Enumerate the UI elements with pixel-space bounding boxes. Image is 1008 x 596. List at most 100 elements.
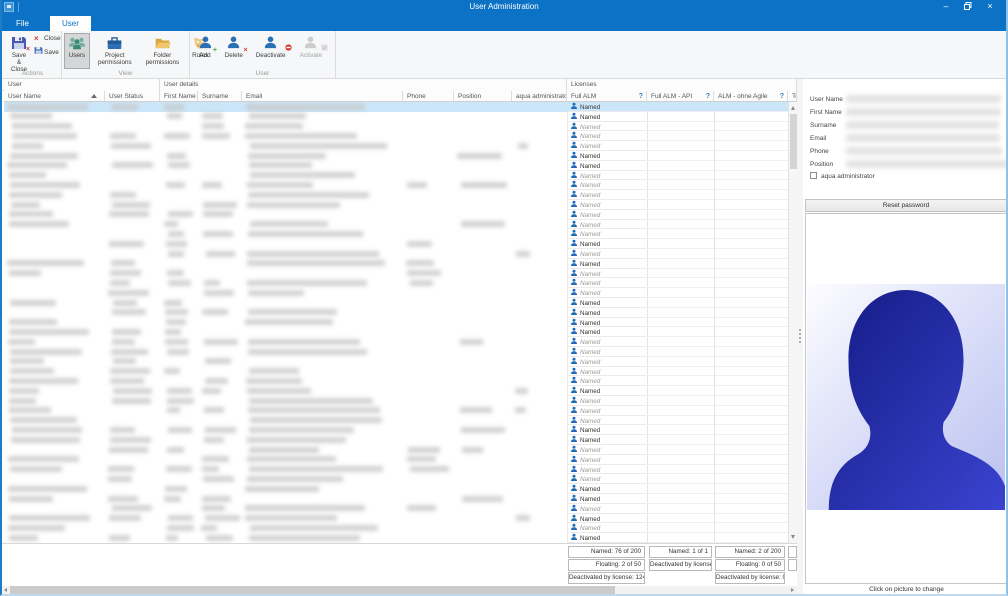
table-row[interactable]: Named — [4, 327, 788, 338]
scroll-up-icon[interactable] — [791, 106, 795, 110]
column-header-full-alm[interactable]: Full ALM? — [567, 91, 647, 102]
table-row[interactable]: Named — [4, 288, 788, 298]
column-header-full-alm-api[interactable]: Full ALM - API? — [647, 91, 714, 102]
empty-license-cell — [714, 122, 788, 132]
add-button[interactable]: + Add — [192, 33, 218, 69]
help-icon[interactable]: ? — [706, 91, 710, 101]
user-picture-box[interactable] — [805, 213, 1006, 584]
close-button[interactable]: × Close — [34, 33, 61, 45]
column-header-alm-ohne-agile[interactable]: ALM - ohne Agile? — [714, 91, 788, 102]
table-row[interactable]: Named — [4, 220, 788, 230]
field-value-redacted[interactable] — [846, 160, 1006, 168]
full-alm-license-cell: Named — [567, 435, 647, 445]
table-row[interactable]: Named — [4, 533, 788, 543]
table-row[interactable]: Named — [4, 357, 788, 367]
ribbon-tab-file[interactable]: File — [4, 16, 41, 31]
scroll-left-icon[interactable] — [4, 588, 7, 592]
table-row[interactable]: Named — [4, 229, 788, 240]
column-header-position[interactable]: Position — [454, 91, 512, 102]
table-row[interactable]: Named — [4, 122, 788, 132]
table-row[interactable]: Named — [4, 308, 788, 318]
ribbon: Actions × Save & Close × Close Save View Users Pro… — [2, 31, 1006, 79]
table-row[interactable]: Named — [4, 376, 788, 387]
user-administration-window: User Administration – × File User Actions… — [0, 0, 1008, 596]
close-window-button[interactable]: × — [982, 0, 998, 13]
field-value-redacted[interactable] — [846, 95, 1001, 103]
table-row[interactable]: Named — [4, 190, 788, 200]
table-row[interactable]: Named — [4, 504, 788, 514]
table-row[interactable]: Named — [4, 298, 788, 308]
table-row[interactable]: Named — [4, 494, 788, 504]
project-permissions-button[interactable]: Project permissions — [92, 33, 138, 69]
save-close-button[interactable]: × Save & Close — [6, 33, 32, 73]
table-row[interactable]: Named — [4, 151, 788, 161]
table-row[interactable]: Named — [4, 161, 788, 171]
table-row[interactable]: Named — [4, 278, 788, 289]
save-button[interactable]: Save — [34, 46, 59, 58]
table-row[interactable]: Named — [4, 396, 788, 406]
table-row[interactable]: Named — [4, 523, 788, 534]
table-row[interactable]: Named — [4, 416, 788, 426]
table-row[interactable]: Named — [4, 200, 788, 210]
table-row[interactable]: Named — [4, 367, 788, 377]
field-value-redacted[interactable] — [846, 108, 1002, 116]
table-row[interactable]: Named — [4, 259, 788, 269]
restore-button[interactable] — [960, 0, 976, 13]
table-row[interactable]: Named — [4, 514, 788, 524]
table-row[interactable]: Named — [4, 269, 788, 279]
column-header-first-name[interactable]: First Name — [160, 91, 198, 102]
table-row[interactable]: Named — [4, 180, 788, 191]
license-type-label: Named — [580, 221, 601, 229]
table-row[interactable]: Named — [4, 425, 788, 436]
column-header-tes[interactable]: Tes — [788, 91, 797, 102]
table-row[interactable]: Named — [4, 386, 788, 396]
deactivate-button[interactable]: Deactivate — [250, 33, 292, 69]
table-row[interactable]: Named — [4, 455, 788, 465]
horizontal-scroll-thumb[interactable] — [10, 586, 615, 594]
horizontal-scrollbar[interactable] — [2, 586, 797, 594]
field-value-redacted[interactable] — [846, 147, 1002, 155]
help-icon[interactable]: ? — [639, 91, 643, 101]
column-header-phone[interactable]: Phone — [403, 91, 454, 102]
table-row[interactable]: Named — [4, 445, 788, 455]
table-row[interactable]: Named — [4, 347, 788, 357]
column-header-aqua-administrator[interactable]: aqua administrator — [512, 91, 567, 102]
help-icon[interactable]: ? — [780, 91, 784, 101]
users-button[interactable]: Users — [64, 33, 90, 69]
table-row[interactable]: Named — [4, 249, 788, 259]
checkbox-icon[interactable] — [810, 172, 817, 179]
table-row[interactable]: Named — [4, 210, 788, 220]
table-row[interactable]: Named — [4, 171, 788, 181]
scroll-right-icon[interactable] — [791, 588, 794, 592]
folder-permissions-button[interactable]: Folder permissions — [140, 33, 186, 69]
reset-password-button[interactable]: Reset password — [805, 199, 1006, 212]
table-row[interactable]: Named — [4, 484, 788, 494]
column-header-surname[interactable]: Surname — [198, 91, 242, 102]
minimize-button[interactable]: – — [938, 0, 954, 13]
field-value-redacted[interactable] — [846, 134, 1001, 142]
table-row[interactable]: Named — [4, 435, 788, 445]
activate-button[interactable]: Activate — [294, 33, 329, 69]
table-row[interactable]: Named — [4, 131, 788, 142]
ribbon-tab-user[interactable]: User — [50, 16, 91, 31]
column-header-user-status[interactable]: User Status — [105, 91, 160, 102]
table-row[interactable]: Named — [4, 112, 788, 122]
table-row[interactable]: Named — [4, 465, 788, 475]
full-alm-license-cell: Named — [567, 269, 647, 279]
table-row[interactable]: Named — [4, 406, 788, 416]
table-row[interactable]: Named — [4, 141, 788, 151]
column-header-user-name[interactable]: User Name — [4, 91, 105, 102]
table-row[interactable]: Named — [4, 239, 788, 249]
aqua-administrator-checkbox-row[interactable]: aqua administrator — [810, 171, 875, 183]
vertical-scrollbar[interactable] — [788, 102, 797, 543]
delete-button[interactable]: × Delete — [220, 33, 248, 69]
redacted-text — [515, 250, 530, 257]
column-header-email[interactable]: Email — [242, 91, 403, 102]
scroll-down-icon[interactable] — [791, 535, 795, 539]
table-row[interactable]: Named — [4, 102, 788, 112]
field-value-redacted[interactable] — [846, 121, 999, 129]
table-row[interactable]: Named — [4, 474, 788, 485]
vertical-scroll-thumb[interactable] — [790, 114, 797, 169]
table-row[interactable]: Named — [4, 318, 788, 328]
table-row[interactable]: Named — [4, 337, 788, 347]
